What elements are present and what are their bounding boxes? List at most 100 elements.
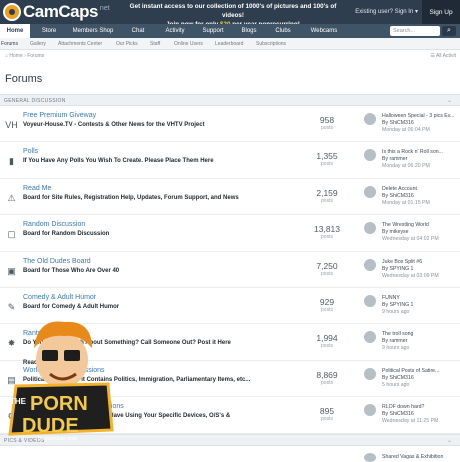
last-post-title[interactable]: Is this a Rock n' Roll son... [382,149,443,155]
avatar[interactable] [364,404,376,417]
forum-icon: ✎ [7,302,16,312]
post-count: 8,869 posts [312,370,342,386]
last-post-author[interactable]: By SPYING 1 [382,266,413,272]
post-count-label: posts [321,379,333,386]
post-count: 2,159 posts [312,188,342,204]
nav-members-shop[interactable]: Members Shop [68,24,118,38]
forum-row[interactable]: ▮ Polls If You Have Any Polls You Wish To … [0,142,460,179]
webcam-logo-icon [3,3,21,21]
last-post-title[interactable]: Political Posts of Satire... [382,368,439,374]
avatar[interactable] [364,113,376,125]
forum-row[interactable]: ▣ The Old Dudes Board Board for Those Who … [0,252,460,288]
avatar[interactable] [364,222,376,235]
last-post-title[interactable]: Delete Account [382,186,417,192]
last-post-author[interactable]: By mikeyse [382,229,409,235]
last-post-title[interactable]: Halloween Special - 3 pics Ev... [382,113,454,119]
logo-text: CamCaps [23,2,98,21]
last-post-author[interactable]: By ShiCM316 [382,120,414,126]
breadcrumb[interactable]: ⌂ Home › Forums [5,53,44,59]
last-post-title[interactable]: The troll song [382,331,413,337]
site-logo[interactable]: CamCaps net [3,2,110,22]
avatar[interactable] [364,453,376,462]
subnav-our-picks[interactable]: Our Picks [116,38,138,50]
last-post-author[interactable]: By SPYING 1 [382,302,413,308]
last-post-date: Monday at 01:15 PM [382,199,430,206]
section-header[interactable]: GENERAL DISCUSSION ⌄ [0,94,460,106]
nav-webcams[interactable]: Webcams [304,24,344,38]
subnav-online-users[interactable]: Online Users [174,38,203,50]
forum-row[interactable]: VH Free Premium Giveway Voyeur-House.TV - … [0,106,460,143]
forum-title[interactable]: Polls [23,148,38,155]
sign-in-link[interactable]: Existing user? Sign In ▾ [355,8,418,15]
search-input[interactable]: Search... [390,26,440,36]
last-post-title[interactable]: Shared Vagas & Exhibition [382,454,443,460]
avatar[interactable] [364,331,376,344]
last-post-date: Wednesday at 11:25 PM [382,418,439,425]
last-post-title[interactable]: The Wrestling World [382,222,429,228]
forum-description: Board for Comedy & Adult Humor [23,304,120,310]
forum-title[interactable]: Random Discussion [23,221,85,228]
last-post-author[interactable]: By rammer [382,156,407,162]
avatar[interactable] [364,295,376,307]
nav-clubs[interactable]: Clubs [268,24,298,38]
sign-up-button[interactable]: Sign Up [422,0,460,24]
last-post-author[interactable]: By ShiCM316 [382,411,414,417]
forum-icon: ▣ [7,265,16,276]
last-post-date: Wednesday at 04:02 PM [382,236,439,243]
overlay-porn: PORN [30,393,88,415]
chevron-down-icon[interactable]: ⌄ [447,97,452,104]
promo-line-1: Get instant access to our collection of … [129,3,337,19]
overlay-dude: DUDE [22,415,79,437]
last-post-author[interactable]: By rammer [382,338,407,344]
subnav-leaderboard[interactable]: Leaderboard [215,38,243,50]
forum-icon: ▮ [9,156,14,167]
nav-activity[interactable]: Activity [158,24,192,38]
forum-description: If You Have Any Polls You Wish To Create… [23,158,214,165]
forum-row[interactable]: ▢ Random Discussion Board for Random Discu… [0,215,460,252]
avatar[interactable] [364,367,376,380]
last-post-title[interactable]: FUNNY [382,295,400,301]
forum-icon: ⚠ [7,192,16,203]
forum-title[interactable]: Free Premium Giveway [23,112,96,119]
last-post-author[interactable]: By ShiCM316 [382,375,414,381]
nav-chat[interactable]: Chat [124,24,152,38]
subnav-gallery[interactable]: Gallery [30,38,46,50]
nav-store[interactable]: Store [34,24,64,38]
post-count-number: 1,355 [316,151,338,162]
forum-title[interactable]: Read Me [23,185,51,192]
last-post-title[interactable]: RLOF down hard? [382,404,424,410]
avatar[interactable] [364,258,376,271]
forum-description: Board for Those Who Are Over 40 [23,267,120,274]
forum-title[interactable]: Comedy & Adult Humor [23,294,96,301]
last-post-date: Monday at 06:20 PM [382,163,430,170]
avatar[interactable] [364,185,376,198]
overlay-url: theporndude.com [38,436,77,442]
post-count: 1,994 posts [312,333,342,349]
nav-home[interactable]: Home [0,24,30,38]
post-count: 1,355 posts [312,151,342,167]
last-post-date: Wednesday at 03:09 PM [382,272,439,279]
subnav-forums[interactable]: Forums [1,38,18,50]
forum-description: Board for Site Rules, Registration Help,… [23,194,239,201]
subnav-staff[interactable]: Staff [150,38,160,50]
post-count-number: 895 [319,406,335,417]
subnav-attachments[interactable]: Attachments Center [58,38,102,50]
chevron-down-icon[interactable]: ⌄ [447,437,452,444]
last-post-title[interactable]: Juke Box Split #6 [382,259,422,265]
last-post-date: 9 hours ago [382,345,410,352]
avatar[interactable] [364,149,376,162]
forum-row[interactable]: ⚠ Read Me Board for Site Rules, Registrati… [0,179,460,216]
nav-support[interactable]: Support [196,24,230,38]
search-icon[interactable]: ⌕ [442,26,456,36]
post-count-label: posts [321,234,333,241]
all-activity-link[interactable]: ☰ All Activit [430,53,456,59]
subnav-subscriptions[interactable]: Subscriptions [256,38,286,50]
post-count-label: posts [321,416,333,423]
post-count-label: posts [321,125,333,131]
porndude-watermark: THE PORN DUDE theporndude.com [8,321,114,442]
logo-suffix: net [99,5,110,12]
forum-title[interactable]: The Old Dudes Board [23,258,91,265]
last-post-author[interactable]: By ShiCM316 [382,193,414,199]
nav-blogs[interactable]: Blogs [234,24,264,38]
post-count-number: 2,159 [316,187,338,198]
